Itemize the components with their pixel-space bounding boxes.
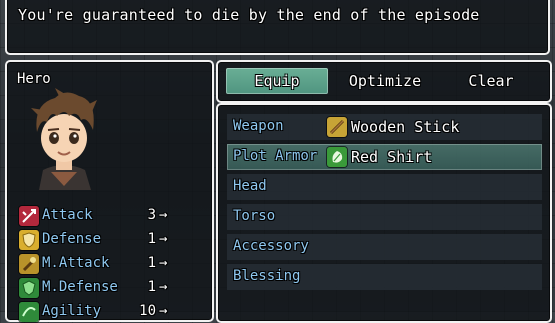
actor-name: Hero	[17, 71, 51, 87]
stat-label: M.Defense	[42, 279, 118, 295]
stat-arrow: →	[159, 303, 168, 319]
stat-row-attack: Attack 3 →	[19, 205, 209, 227]
stat-row-agility: Agility 10 →	[19, 301, 209, 323]
slot-label: Head	[233, 178, 267, 194]
help-text: You're guaranteed to die by the end of t…	[18, 6, 480, 24]
slot-item: Red Shirt	[351, 148, 433, 166]
wooden-stick-icon	[327, 117, 347, 137]
slot-torso[interactable]: Torso	[227, 204, 542, 230]
slot-label: Weapon	[233, 118, 284, 134]
stat-arrow: →	[159, 231, 168, 247]
slot-accessory[interactable]: Accessory	[227, 234, 542, 260]
hero-portrait	[31, 88, 97, 190]
stat-value: 10	[139, 303, 156, 319]
clear-button[interactable]: Clear	[440, 68, 542, 94]
defense-icon	[19, 230, 39, 250]
slot-plot-armor[interactable]: Plot Armor Red Shirt	[227, 144, 542, 170]
red-shirt-icon	[327, 147, 347, 167]
slot-head[interactable]: Head	[227, 174, 542, 200]
equip-command-window: Equip Optimize Clear	[216, 60, 552, 103]
optimize-button[interactable]: Optimize	[334, 68, 436, 94]
stat-arrow: →	[159, 255, 168, 271]
equip-slot-window: Weapon Wooden Stick Plot Armor Red Shirt…	[216, 103, 552, 323]
stat-arrow: →	[159, 279, 168, 295]
stat-value: 3	[147, 207, 156, 223]
stat-label: M.Attack	[42, 255, 110, 271]
slot-label: Blessing	[233, 268, 301, 284]
stat-arrow: →	[159, 207, 168, 223]
slot-label: Plot Armor	[233, 148, 318, 164]
stat-label: Attack	[42, 207, 93, 223]
attack-icon	[19, 206, 39, 226]
m-defense-icon	[19, 278, 39, 298]
slot-blessing[interactable]: Blessing	[227, 264, 542, 290]
stat-label: Agility	[42, 303, 102, 319]
stat-label: Defense	[42, 231, 102, 247]
slot-item: Wooden Stick	[351, 118, 460, 136]
stat-value: 1	[147, 255, 156, 271]
stat-row-m-defense: M.Defense 1 →	[19, 277, 209, 299]
stat-row-m-attack: M.Attack 1 →	[19, 253, 209, 275]
equip-button[interactable]: Equip	[226, 68, 328, 94]
stat-value: 1	[147, 231, 156, 247]
slot-label: Torso	[233, 208, 276, 224]
help-window: You're guaranteed to die by the end of t…	[5, 0, 550, 55]
slot-label: Accessory	[233, 238, 309, 254]
stat-row-defense: Defense 1 →	[19, 229, 209, 251]
stat-value: 1	[147, 279, 156, 295]
actor-status-window: Hero Attack 3 → Defense 1 → M.Attack 1 →	[5, 60, 214, 322]
m-attack-icon	[19, 254, 39, 274]
slot-weapon[interactable]: Weapon Wooden Stick	[227, 114, 542, 140]
agility-icon	[19, 302, 39, 322]
